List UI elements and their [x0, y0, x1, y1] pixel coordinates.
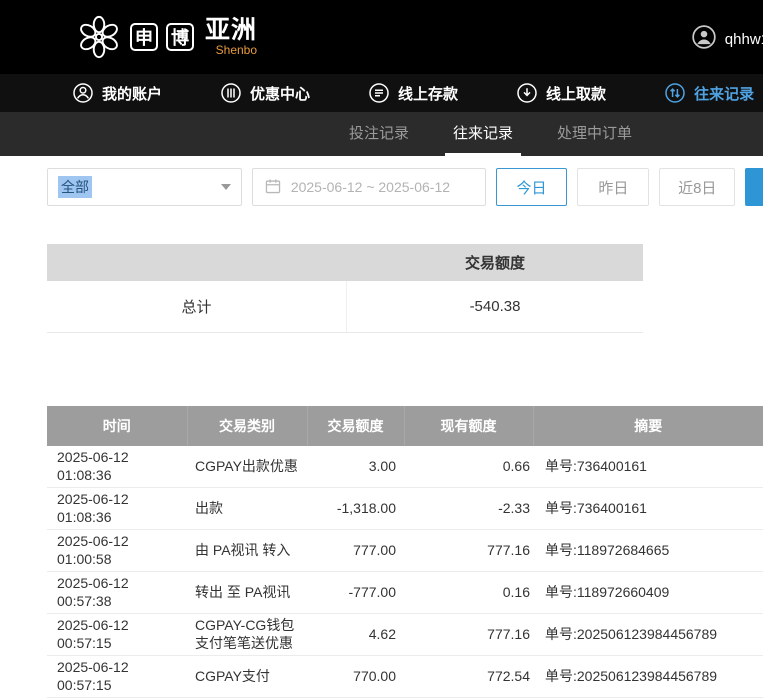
summary-total-value: -540.38 — [347, 281, 643, 332]
column-header: 摘要 — [533, 406, 763, 446]
nav-item-promotions[interactable]: 优惠中心 — [220, 82, 310, 104]
summary-total-label: 总计 — [47, 281, 347, 332]
nav-item-label: 优惠中心 — [250, 83, 310, 104]
table-cell: 单号:202506123984456789 — [533, 614, 763, 656]
table-row: 2025-06-12 00:57:15CGPAY-CG钱包支付笔笔送优惠4.62… — [47, 614, 763, 656]
transactions-table: 时间交易类别交易额度现有额度摘要 2025-06-12 01:08:36CGPA… — [47, 406, 763, 698]
tab-transaction-records[interactable]: 往来记录 — [445, 112, 521, 156]
nav-item-deposit[interactable]: 线上存款 — [368, 82, 458, 104]
table-cell: 2025-06-12 00:57:38 — [47, 572, 187, 614]
summary-header-row: 交易额度 — [47, 244, 643, 281]
flower-logo-icon — [76, 14, 122, 60]
transfer-arrows-icon — [664, 82, 686, 104]
nav-item-label: 线上取款 — [546, 83, 606, 104]
table-cell: 出款 — [187, 488, 307, 530]
top-header: 申 博 亚洲 Shenbo qhhw1 — [0, 0, 763, 74]
logo-region-wrap: 亚洲 Shenbo — [205, 17, 257, 56]
table-cell: -777.00 — [307, 572, 404, 614]
tab-pending-orders[interactable]: 处理中订单 — [549, 112, 640, 156]
coupon-icon — [220, 82, 242, 104]
tab-bet-records[interactable]: 投注记录 — [341, 112, 417, 156]
table-cell: 转出 至 PA视讯 — [187, 572, 307, 614]
table-row: 2025-06-12 01:08:36出款-1,318.00-2.33单号:73… — [47, 488, 763, 530]
search-button[interactable] — [745, 168, 763, 206]
table-cell: 3.00 — [307, 446, 404, 488]
date-range-input[interactable]: 2025-06-12 ~ 2025-06-12 — [252, 168, 486, 206]
table-cell: 0.66 — [404, 446, 533, 488]
table-cell: 2025-06-12 01:08:36 — [47, 488, 187, 530]
column-header: 时间 — [47, 406, 187, 446]
nav-item-withdraw[interactable]: 线上取款 — [516, 82, 606, 104]
table-cell: 770.00 — [307, 656, 404, 698]
calendar-icon — [264, 177, 282, 198]
user-area[interactable]: qhhw1 — [691, 24, 763, 54]
table-cell: 2025-06-12 00:57:15 — [47, 614, 187, 656]
user-icon — [72, 82, 94, 104]
page: 申 博 亚洲 Shenbo qhhw1 — [0, 0, 763, 698]
table-cell: 由 PA视讯 转入 — [187, 530, 307, 572]
type-select[interactable]: 全部 — [47, 168, 242, 206]
table-cell: 2025-06-12 01:08:36 — [47, 446, 187, 488]
summary-table: 交易额度 总计 -540.38 — [47, 244, 643, 333]
logo-subtitle: Shenbo — [216, 44, 257, 57]
summary-header-label: 交易额度 — [347, 244, 643, 281]
table-cell: CGPAY-CG钱包支付笔笔送优惠 — [187, 614, 307, 656]
table-cell: 单号:118972684665 — [533, 530, 763, 572]
table-row: 2025-06-12 00:57:15CGPAY支付770.00772.54单号… — [47, 656, 763, 698]
transactions-header-row: 时间交易类别交易额度现有额度摘要 — [47, 406, 763, 446]
transactions-tbody: 2025-06-12 01:08:36CGPAY出款优惠3.000.66单号:7… — [47, 446, 763, 698]
table-cell: 单号:736400161 — [533, 446, 763, 488]
column-header: 交易类别 — [187, 406, 307, 446]
table-cell: 777.16 — [404, 614, 533, 656]
brand-logo[interactable]: 申 博 亚洲 Shenbo — [76, 14, 257, 60]
summary-total-row: 总计 -540.38 — [47, 281, 643, 333]
type-select-value: 全部 — [58, 176, 92, 198]
table-cell: 单号:118972660409 — [533, 572, 763, 614]
logo-region: 亚洲 — [205, 17, 257, 43]
logo-char-1: 申 — [130, 23, 158, 51]
table-row: 2025-06-12 01:08:36CGPAY出款优惠3.000.66单号:7… — [47, 446, 763, 488]
logo-char-2: 博 — [166, 23, 194, 51]
nav-item-transactions[interactable]: 往来记录 — [664, 82, 754, 104]
table-cell: -1,318.00 — [307, 488, 404, 530]
summary-header-spacer — [47, 244, 347, 281]
date-range-value: 2025-06-12 ~ 2025-06-12 — [291, 179, 450, 195]
sub-nav: 投注记录 往来记录 处理中订单 — [0, 112, 763, 156]
table-cell: CGPAY支付 — [187, 656, 307, 698]
content: 全部 2025-06-12 ~ 2025-06-12 今日 昨日 近8日 交易额… — [0, 168, 763, 698]
withdraw-coin-icon — [516, 82, 538, 104]
table-row: 2025-06-12 00:57:38转出 至 PA视讯-777.000.16单… — [47, 572, 763, 614]
table-cell: 4.62 — [307, 614, 404, 656]
yesterday-button[interactable]: 昨日 — [577, 168, 649, 206]
last-8-days-button[interactable]: 近8日 — [659, 168, 735, 206]
chevron-down-icon — [221, 184, 231, 190]
column-header: 现有额度 — [404, 406, 533, 446]
table-cell: 0.16 — [404, 572, 533, 614]
main-nav: 我的账户 优惠中心 线上存款 线上取款 — [0, 74, 763, 112]
nav-item-label: 往来记录 — [694, 83, 754, 104]
avatar-icon — [691, 24, 717, 54]
username: qhhw1 — [725, 31, 763, 48]
nav-item-label: 线上存款 — [398, 83, 458, 104]
column-header: 交易额度 — [307, 406, 404, 446]
deposit-coin-icon — [368, 82, 390, 104]
table-cell: 777.00 — [307, 530, 404, 572]
table-row: 2025-06-12 01:00:58由 PA视讯 转入777.00777.16… — [47, 530, 763, 572]
table-cell: 772.54 — [404, 656, 533, 698]
table-cell: 777.16 — [404, 530, 533, 572]
table-cell: -2.33 — [404, 488, 533, 530]
table-cell: CGPAY出款优惠 — [187, 446, 307, 488]
filter-row: 全部 2025-06-12 ~ 2025-06-12 今日 昨日 近8日 — [47, 168, 763, 206]
table-cell: 单号:736400161 — [533, 488, 763, 530]
today-button[interactable]: 今日 — [496, 168, 568, 206]
table-cell: 2025-06-12 01:00:58 — [47, 530, 187, 572]
table-cell: 2025-06-12 00:57:15 — [47, 656, 187, 698]
nav-item-label: 我的账户 — [102, 83, 162, 104]
nav-item-my-account[interactable]: 我的账户 — [72, 82, 162, 104]
table-cell: 单号:202506123984456789 — [533, 656, 763, 698]
